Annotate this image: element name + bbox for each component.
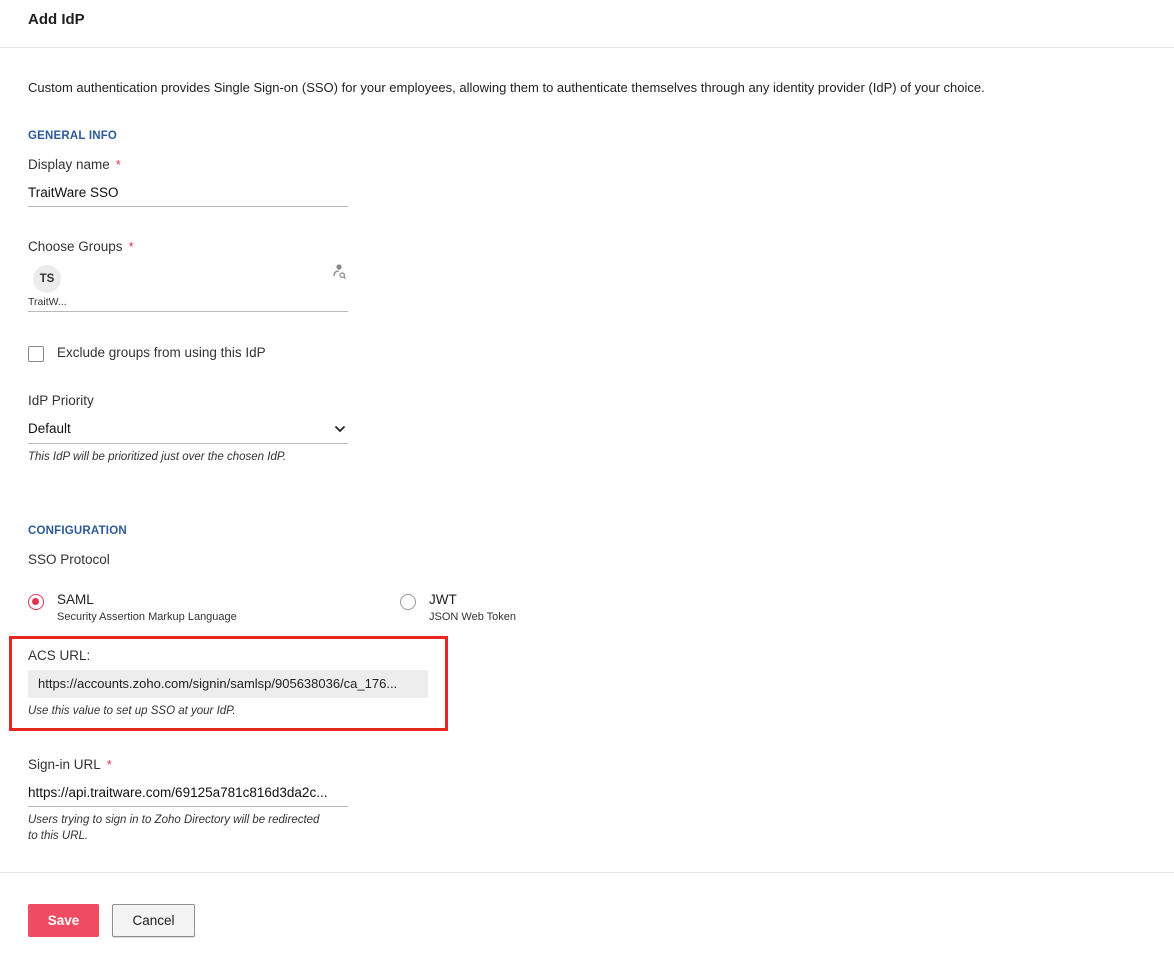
dialog-title: Add IdP (28, 11, 85, 28)
dialog-header: Add IdP (0, 0, 1174, 48)
acs-url-hint: Use this value to set up SSO at your IdP… (28, 705, 236, 717)
user-search-icon[interactable] (330, 262, 348, 280)
signin-url-label: Sign-in URL * (28, 757, 112, 772)
saml-subtitle: Security Assertion Markup Language (57, 611, 237, 623)
idp-priority-hint: This IdP will be prioritized just over t… (28, 451, 287, 463)
display-name-label-text: Display name (28, 157, 110, 172)
exclude-groups-checkbox[interactable] (28, 346, 44, 362)
cancel-button[interactable]: Cancel (112, 904, 195, 937)
jwt-radio[interactable] (400, 594, 416, 610)
save-button[interactable]: Save (28, 904, 99, 937)
signin-url-label-text: Sign-in URL (28, 757, 101, 772)
idp-priority-value: Default (28, 421, 71, 436)
signin-url-input[interactable]: https://api.traitware.com/69125a781c816d… (28, 785, 348, 807)
general-info-heading: GENERAL INFO (28, 130, 118, 142)
required-mark: * (106, 757, 112, 772)
required-mark: * (128, 239, 134, 254)
saml-radio[interactable] (28, 594, 44, 610)
protocol-option-jwt[interactable]: JWT JSON Web Token (400, 592, 560, 628)
sso-protocol-label: SSO Protocol (28, 552, 110, 567)
choose-groups-label: Choose Groups * (28, 239, 134, 254)
acs-url-field[interactable]: https://accounts.zoho.com/signin/samlsp/… (28, 670, 428, 698)
intro-text: Custom authentication provides Single Si… (28, 80, 985, 95)
configuration-heading: CONFIGURATION (28, 525, 127, 537)
signin-url-hint-line2: to this URL. (28, 830, 89, 842)
group-chip-avatar[interactable]: TS (33, 265, 61, 293)
choose-groups-field[interactable]: TS TraitW... (28, 262, 348, 312)
required-mark: * (115, 157, 121, 172)
idp-priority-label: IdP Priority (28, 393, 94, 408)
chevron-down-icon (334, 425, 346, 433)
jwt-subtitle: JSON Web Token (429, 611, 517, 623)
saml-title: SAML (57, 592, 94, 607)
display-name-label: Display name * (28, 157, 121, 172)
acs-url-label: ACS URL: (28, 648, 91, 663)
group-chip-name: TraitW... (28, 296, 67, 308)
signin-url-hint-line1: Users trying to sign in to Zoho Director… (28, 814, 320, 826)
protocol-option-saml[interactable]: SAML Security Assertion Markup Language (28, 592, 288, 628)
idp-priority-select[interactable]: Default (28, 421, 348, 444)
display-name-input[interactable]: TraitWare SSO (28, 185, 348, 207)
exclude-groups-label[interactable]: Exclude groups from using this IdP (57, 345, 266, 360)
dialog-footer: Save Cancel (0, 872, 1174, 962)
choose-groups-label-text: Choose Groups (28, 239, 123, 254)
jwt-title: JWT (429, 592, 457, 607)
